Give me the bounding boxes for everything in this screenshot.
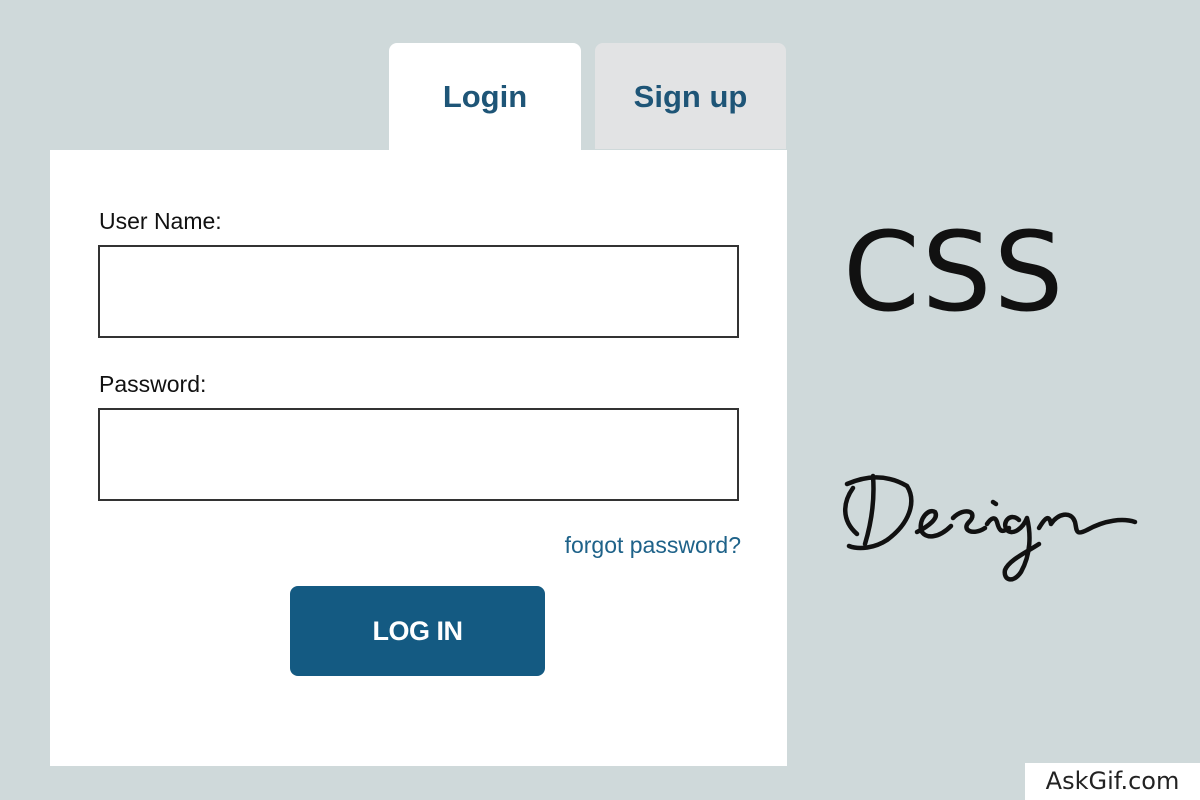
css-heading: CSS xyxy=(843,208,1066,336)
tab-login[interactable]: Login xyxy=(389,43,581,151)
username-input[interactable] xyxy=(98,245,739,338)
username-label: User Name: xyxy=(99,208,222,234)
watermark: AskGif.com xyxy=(1025,763,1200,800)
log-in-button[interactable]: LOG IN xyxy=(290,586,545,676)
login-form-card: User Name: Password: forgot password? LO… xyxy=(50,150,787,766)
design-signature xyxy=(843,473,1138,582)
forgot-password-link[interactable]: forgot password? xyxy=(565,532,741,559)
tab-signup[interactable]: Sign up xyxy=(595,43,786,149)
password-input[interactable] xyxy=(98,408,739,501)
password-label: Password: xyxy=(99,371,207,397)
